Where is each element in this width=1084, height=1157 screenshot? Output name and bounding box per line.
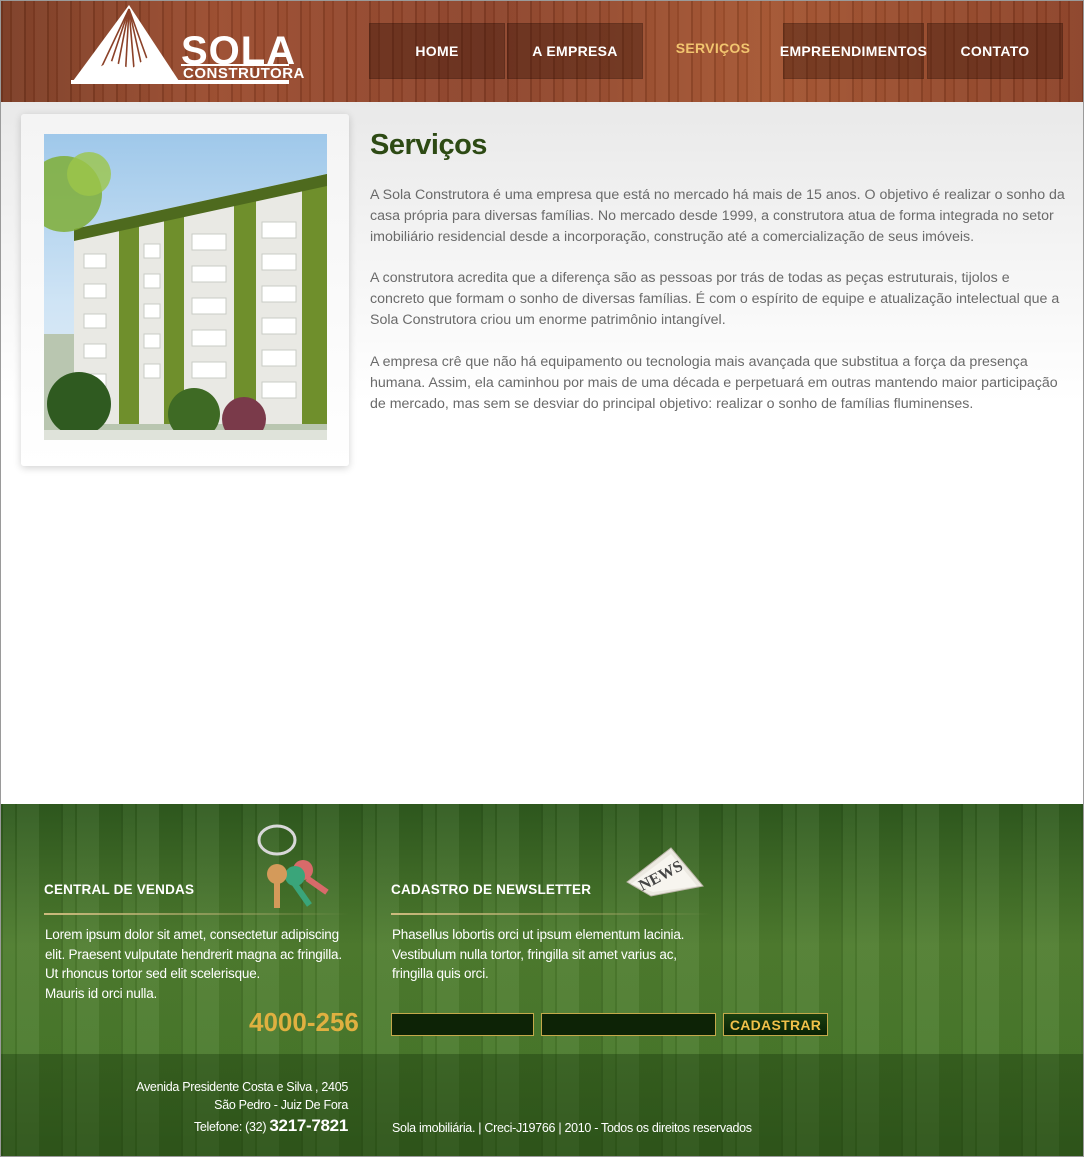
nav-home[interactable]: HOME: [369, 23, 505, 79]
address-city: São Pedro - Juiz De Fora: [214, 1098, 348, 1112]
sales-text-line: elit. Praesent vulputate hendrerit magna…: [45, 946, 342, 962]
sales-phone: 4000-256: [249, 1007, 359, 1037]
nav-empreendimentos[interactable]: EMPREENDIMENTOS: [780, 23, 927, 79]
newsletter-name-input[interactable]: [391, 1013, 534, 1036]
copyright-text: Sola imobiliária. | Creci-J19766 | 2010 …: [392, 1121, 752, 1135]
sales-heading: CENTRAL DE VENDAS: [44, 882, 195, 897]
newsletter-heading: CADASTRO DE NEWSLETTER: [391, 882, 592, 897]
building-illustration: [44, 152, 327, 440]
building-photo: [44, 134, 327, 440]
logo-underline: [71, 80, 289, 84]
sales-text: Lorem ipsum dolor sit amet, consectetur …: [45, 925, 342, 1003]
logo[interactable]: SOLA CONSTRUTORA: [71, 3, 304, 87]
newsletter-email-input[interactable]: [541, 1013, 716, 1036]
page: SOLA CONSTRUTORA HOME A EMPRESA SERVIÇOS…: [0, 0, 1084, 1157]
header: SOLA CONSTRUTORA HOME A EMPRESA SERVIÇOS…: [1, 1, 1083, 102]
intro-paragraph-1: A Sola Construtora é uma empresa que est…: [370, 187, 1065, 245]
building-photo-frame: [21, 114, 349, 466]
newsletter-text-line: Vestibulum nulla tortor, fringilla sit a…: [392, 946, 677, 962]
nav-contato[interactable]: CONTATO: [927, 23, 1063, 79]
intro-paragraph-3: A empresa crê que não há equipamento ou …: [370, 354, 1058, 412]
address-street: Avenida Presidente Costa e Silva , 2405: [136, 1080, 348, 1094]
address-phone: Telefone: (32) 3217-7821: [194, 1116, 348, 1136]
newsletter-submit-button[interactable]: CADASTRAR: [723, 1013, 828, 1036]
nav-servicos[interactable]: SERVIÇOS: [645, 23, 781, 73]
newsletter-text: Phasellus lobortis orci ut ipsum element…: [392, 925, 684, 984]
newsletter-text-line: Phasellus lobortis orci ut ipsum element…: [392, 927, 685, 942]
intro-paragraph-2: A construtora acredita que a diferença s…: [370, 270, 1060, 328]
newsletter-divider: [391, 913, 711, 915]
sales-text-line: Lorem ipsum dolor sit amet, consectetur …: [45, 927, 339, 942]
newspaper-icon: NEWS: [626, 847, 704, 897]
sales-divider: [44, 913, 349, 915]
phone-label: Telefone: (32): [193, 1120, 267, 1134]
footer-bottom-bar: [1, 1054, 1083, 1156]
keys-icon: [257, 824, 329, 908]
page-title: Serviços: [370, 129, 487, 161]
phone-number: 3217-7821: [269, 1116, 348, 1135]
sales-text-line: Ut rhoncus tortor sed elit scelerisque.: [45, 966, 261, 981]
sales-text-line: Mauris id orci nulla.: [45, 985, 158, 1001]
footer: NEWS CENTRAL DE VENDAS Lorem ipsum dolor…: [1, 804, 1083, 1156]
nav-a-empresa[interactable]: A EMPRESA: [507, 23, 643, 79]
newsletter-text-line: fringilla quis orci.: [392, 966, 489, 981]
